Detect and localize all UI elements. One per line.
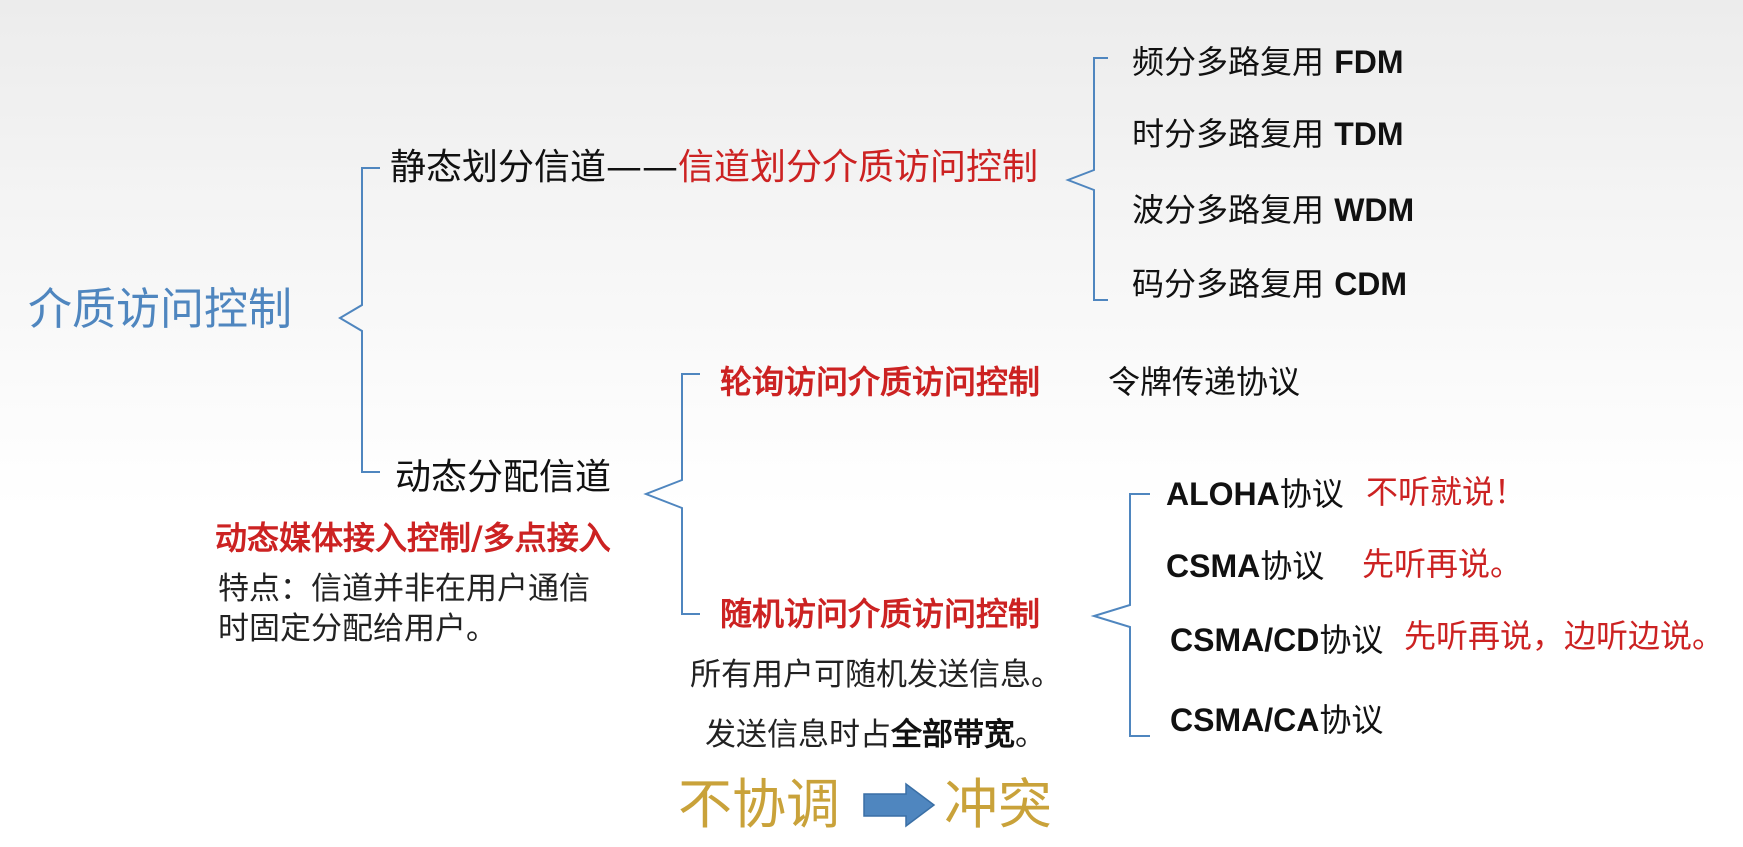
item-en: WDM [1334,192,1415,228]
protocol-aloha: ALOHA协议 [1166,478,1344,510]
note-csma-cd: 先听再说，边听边说。 [1404,617,1725,655]
item-zh: 波分多路复用 [1132,191,1335,229]
protocol-name: CSMA/CA [1170,702,1320,738]
item-zh: 码分多路复用 [1132,265,1335,303]
static-prefix: 静态划分信道—— [390,147,679,188]
protocol-name: ALOHA [1166,476,1280,512]
item-zh: 时分多路复用 [1132,115,1335,153]
conflict-text: 冲突 [944,773,1052,836]
desc-bold: 全部带宽 [891,717,1015,753]
static-channel-label: 静态划分信道——信道划分介质访问控制 [390,150,1038,186]
static-brace [1065,57,1108,301]
desc-pre: 发送信息时占 [705,717,891,753]
root-title: 介质访问控制 [28,284,292,335]
protocol-name: CSMA/CD [1170,622,1320,658]
item-en: FDM [1334,44,1404,80]
note-csma: 先听再说。 [1362,545,1523,583]
item-en: TDM [1334,116,1404,152]
protocol-suffix: 协议 [1319,701,1384,739]
dynamic-channel-label: 动态分配信道 [395,457,612,498]
note-aloha: 不听就说！ [1366,473,1527,511]
static-item-cdm: 码分多路复用 CDM [1132,268,1407,300]
item-en: CDM [1334,266,1408,302]
random-brace [1090,493,1150,737]
protocol-csma: CSMA协议 [1166,550,1324,582]
random-method: 随机访问介质访问控制 [720,595,1041,633]
protocol-csma-ca: CSMA/CA协议 [1170,704,1383,736]
random-desc-line-1: 所有用户可随机发送信息。 [690,657,1062,693]
right-arrow-icon [863,782,936,828]
static-item-fdm: 频分多路复用 FDM [1132,46,1404,78]
protocol-csma-cd: CSMA/CD协议 [1170,624,1383,656]
uncoordinated-text: 不协调 [678,773,840,836]
static-item-wdm: 波分多路复用 WDM [1132,194,1414,226]
static-item-tdm: 时分多路复用 TDM [1132,118,1404,150]
dynamic-brace [643,373,700,615]
protocol-suffix: 协议 [1260,547,1325,585]
random-desc-line-2: 发送信息时占全部带宽。 [705,720,1046,751]
feature-line-2: 时固定分配给用户。 [218,611,497,647]
feature-line-1: 特点：信道并非在用户通信 [218,571,590,607]
token-passing-protocol: 令牌传递协议 [1108,363,1301,401]
protocol-suffix: 协议 [1319,621,1384,659]
root-brace [338,167,380,473]
item-zh: 频分多路复用 [1132,43,1335,81]
static-method: 信道划分介质访问控制 [678,147,1039,188]
protocol-name: CSMA [1166,548,1261,584]
dynamic-subtitle: 动态媒体接入控制/多点接入 [215,519,611,557]
desc-post: 。 [1015,717,1046,753]
polling-method: 轮询访问介质访问控制 [720,363,1041,401]
protocol-suffix: 协议 [1279,475,1344,513]
